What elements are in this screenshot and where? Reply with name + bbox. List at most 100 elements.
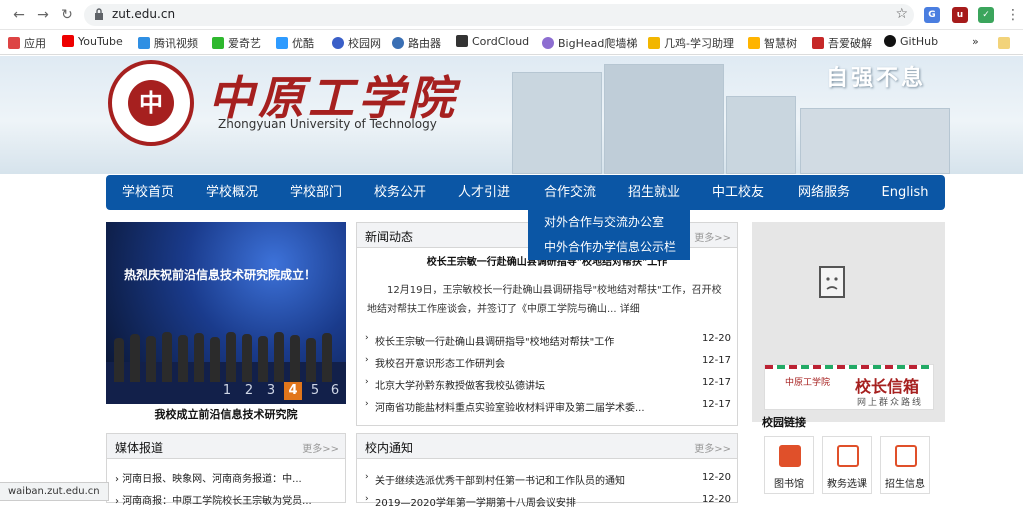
- nav-admission[interactable]: 招生就业: [618, 175, 690, 210]
- news-item[interactable]: › 校长王宗敏一行赴确山县调研指导"校地结对帮扶"工作 12-20: [365, 329, 731, 351]
- bookmark-zhihuishu[interactable]: 智慧树: [748, 35, 797, 51]
- bookmark-star-icon[interactable]: ☆: [895, 6, 908, 22]
- bookmark-campus-net[interactable]: 校园网: [332, 35, 381, 51]
- bookmark-youku[interactable]: 优酷: [276, 35, 314, 51]
- bookmark-tencent-video[interactable]: 腾讯视频: [138, 35, 198, 51]
- slide-page-2[interactable]: 2: [240, 382, 258, 400]
- mailbox-title: 校长信箱: [855, 377, 920, 396]
- lock-icon: [95, 8, 103, 20]
- ublock-extension-icon[interactable]: u: [952, 7, 968, 23]
- notice-item[interactable]: › 2019—2020学年第一学期第十八周会议安排 12-20: [365, 490, 731, 512]
- nav-home[interactable]: 学校首页: [112, 175, 184, 210]
- person-figure: [146, 336, 156, 382]
- person-figure: [290, 335, 300, 382]
- link-course-selection[interactable]: 教务选课: [822, 436, 872, 494]
- news-item-title: 河南省功能盐材料重点实验室验收材料评审及第二届学术委...: [375, 403, 645, 414]
- news-item-date: 12-17: [701, 377, 731, 388]
- nav-cooperation[interactable]: 合作交流: [534, 175, 606, 210]
- banner-building: [604, 64, 724, 174]
- media-item[interactable]: › 河南日报、映象网、河南商务报道：中...: [115, 470, 302, 490]
- bookmark-youtube[interactable]: YouTube: [62, 35, 123, 51]
- dropdown-item-intl-office[interactable]: 对外合作与交流办公室: [544, 210, 664, 235]
- bookmark-github[interactable]: GitHub: [884, 35, 938, 51]
- notices-panel: 校内通知 更多>> › 关于继续选派优秀干部到村任第一书记和工作队员的通知 12…: [356, 433, 738, 509]
- person-figure: [226, 332, 236, 382]
- banner-building: [512, 72, 602, 174]
- media-panel-title: 媒体报道: [115, 441, 164, 455]
- browser-toolbar: ← → ↻ zut.edu.cn ☆ G u ✓ ⋮: [0, 0, 1023, 30]
- person-figure: [274, 332, 284, 382]
- mailbox-subtitle: 网上群众路线: [857, 398, 924, 408]
- zhihuishu-icon: [748, 37, 760, 49]
- course-icon: [837, 445, 859, 467]
- person-figure: [130, 334, 140, 382]
- slide-page-4[interactable]: 4: [284, 382, 302, 400]
- university-logo[interactable]: 中: [108, 60, 194, 146]
- slide-page-6[interactable]: 6: [326, 382, 344, 400]
- bookmarks-overflow-icon[interactable]: »: [972, 35, 979, 51]
- folder-icon[interactable]: [998, 37, 1010, 49]
- president-mailbox[interactable]: 中原工学院 校长信箱 网上群众路线: [764, 364, 934, 410]
- nav-english[interactable]: English: [872, 175, 938, 210]
- news-item[interactable]: › 河南省功能盐材料重点实验室验收材料评审及第二届学术委... 12-17: [365, 395, 731, 417]
- bullet-icon: ›: [365, 399, 369, 409]
- bookmark-bighead[interactable]: BigHead爬墙梯: [542, 35, 637, 51]
- slide-page-1[interactable]: 1: [218, 382, 236, 400]
- campus-links-title: 校园链接: [762, 416, 806, 429]
- iqiyi-icon: [212, 37, 224, 49]
- nav-recruitment[interactable]: 人才引进: [448, 175, 520, 210]
- translate-extension-icon[interactable]: G: [924, 7, 940, 23]
- bookmark-iqiyi[interactable]: 爱奇艺: [212, 35, 261, 51]
- link-library[interactable]: 图书馆: [764, 436, 814, 494]
- site-banner: 中 中原工学院 Zhongyuan University of Technolo…: [0, 56, 1023, 174]
- nav-departments[interactable]: 学校部门: [280, 175, 352, 210]
- forward-icon[interactable]: →: [34, 6, 52, 24]
- address-url: zut.edu.cn: [112, 7, 176, 21]
- bighead-icon: [542, 37, 554, 49]
- school-motto: 自强不息: [826, 65, 927, 91]
- news-slideshow[interactable]: 热烈庆祝前沿信息技术研究院成立！ 1 2 3 4 5 6 我校成立前沿信息技术研…: [106, 222, 346, 426]
- youku-icon: [276, 37, 288, 49]
- menu-icon[interactable]: ⋮: [1004, 6, 1022, 24]
- news-item-title: 校长王宗敏一行赴确山县调研指导"校地结对帮扶"工作: [375, 337, 615, 348]
- notices-panel-header: 校内通知 更多>>: [357, 434, 737, 459]
- bookmark-cordcloud[interactable]: CordCloud: [456, 35, 529, 51]
- bookmark-jiji[interactable]: 几鸡-学习助理: [648, 35, 734, 51]
- nav-alumni[interactable]: 中工校友: [702, 175, 774, 210]
- person-figure: [114, 338, 124, 382]
- news-item[interactable]: › 我校召开意识形态工作研判会 12-17: [365, 351, 731, 373]
- slide-page-5[interactable]: 5: [306, 382, 324, 400]
- bookmark-router[interactable]: 路由器: [392, 35, 441, 51]
- news-item[interactable]: › 北京大学孙黔东教授做客我校弘德讲坛 12-17: [365, 373, 731, 395]
- slide-banner-text: 热烈庆祝前沿信息技术研究院成立！: [124, 268, 317, 282]
- back-icon[interactable]: ←: [10, 6, 28, 24]
- news-more-link[interactable]: 更多>>: [694, 229, 731, 244]
- notices-more-link[interactable]: 更多>>: [694, 440, 731, 455]
- cordcloud-icon: [456, 35, 468, 47]
- notice-item[interactable]: › 关于继续选派优秀干部到村任第一书记和工作队员的通知 12-20: [365, 468, 731, 490]
- envelope-stripe: [765, 365, 933, 369]
- person-figure: [210, 337, 220, 382]
- slide-caption[interactable]: 我校成立前沿信息技术研究院: [106, 404, 346, 426]
- nav-affairs[interactable]: 校务公开: [364, 175, 436, 210]
- slide-people: [106, 322, 346, 382]
- nav-network[interactable]: 网络服务: [788, 175, 860, 210]
- news-panel-title: 新闻动态: [365, 230, 414, 244]
- bookmark-52pojie[interactable]: 吾爱破解: [812, 35, 872, 51]
- slide-page-3[interactable]: 3: [262, 382, 280, 400]
- notice-item-date: 12-20: [701, 472, 731, 483]
- main-navigation: 学校首页 学校概况 学校部门 校务公开 人才引进 合作交流 招生就业 中工校友 …: [106, 175, 945, 210]
- reload-icon[interactable]: ↻: [58, 6, 76, 24]
- media-item[interactable]: › 河南商报：中原工学院校长王宗敏为党员...: [115, 492, 312, 512]
- school-name-en: Zhongyuan University of Technology: [218, 117, 437, 131]
- jiji-icon: [648, 37, 660, 49]
- link-admission-info[interactable]: 招生信息: [880, 436, 930, 494]
- bookmark-apps[interactable]: 应用: [8, 35, 46, 51]
- media-more-link[interactable]: 更多>>: [302, 440, 339, 455]
- address-bar[interactable]: zut.edu.cn ☆: [84, 4, 914, 26]
- news-item-date: 12-20: [701, 333, 731, 344]
- dropdown-item-joint-program[interactable]: 中外合作办学信息公示栏: [544, 235, 676, 260]
- news-summary[interactable]: 12月19日，王宗敏校长一行赴确山县调研指导"校地结对帮扶"工作，召开校地结对帮…: [367, 281, 727, 319]
- nav-overview[interactable]: 学校概况: [196, 175, 268, 210]
- shield-extension-icon[interactable]: ✓: [978, 7, 994, 23]
